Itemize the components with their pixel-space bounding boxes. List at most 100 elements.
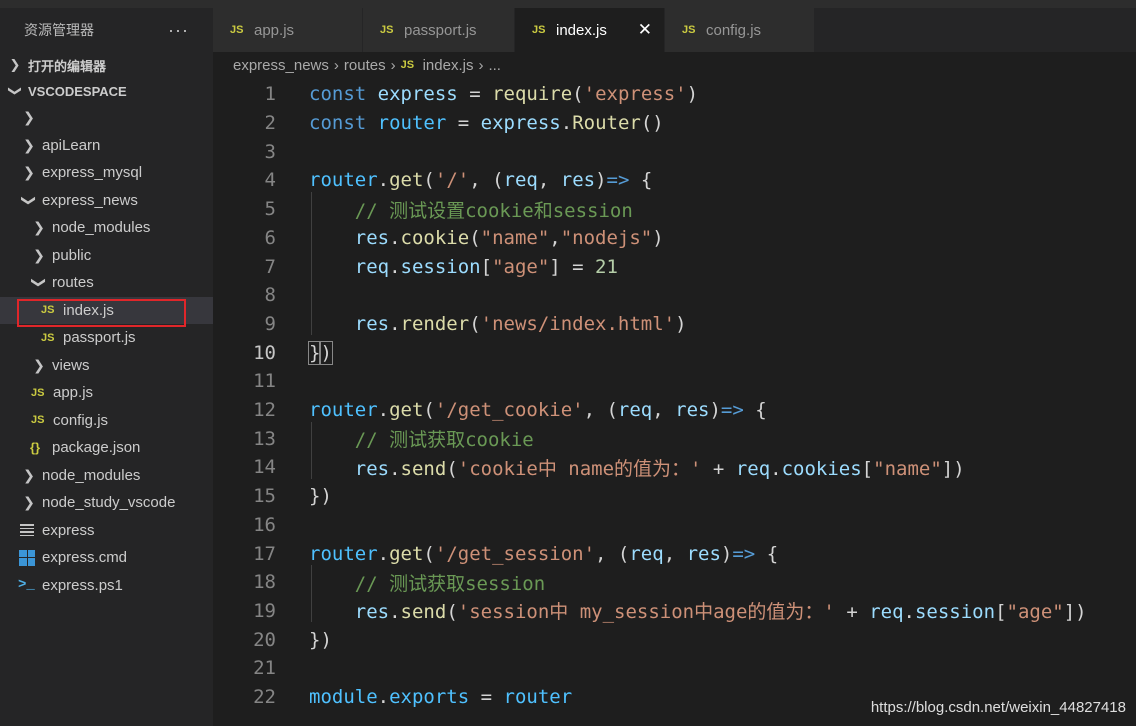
- tree-label: express.cmd: [42, 549, 128, 567]
- windows-icon: [19, 549, 35, 566]
- chevron-down-icon: ❯: [21, 194, 38, 207]
- tree-folder-node-modules-root[interactable]: ❯ node_modules: [0, 462, 213, 490]
- line-number: 14: [253, 456, 276, 479]
- tree-label: apiLearn: [42, 136, 101, 154]
- code-line: 17 router.get('/get_session', (req, res)=…: [213, 539, 1136, 568]
- breadcrumb-item[interactable]: routes: [344, 57, 386, 74]
- tree-folder-express-news[interactable]: ❯ express_news: [0, 187, 213, 215]
- line-number: 5: [264, 198, 276, 221]
- tab-label: app.js: [254, 21, 295, 39]
- chevron-down-icon: ❯: [31, 276, 48, 289]
- chevron-right-icon: ❯: [23, 136, 35, 153]
- line-number: 19: [253, 599, 276, 622]
- close-icon[interactable]: ✕: [638, 20, 652, 40]
- tree-label: node_modules: [42, 466, 141, 484]
- breadcrumb-item[interactable]: index.js: [423, 57, 474, 74]
- code-line-active: 10}): [213, 338, 1136, 367]
- js-file-icon: JS: [31, 386, 45, 399]
- tree-folder-routes[interactable]: ❯ routes: [0, 269, 213, 297]
- chevron-right-icon: ❯: [23, 494, 35, 511]
- tree-file-app-js[interactable]: JS app.js: [0, 379, 213, 407]
- tree-label: express: [42, 521, 95, 539]
- code-line: 5 // 测试设置cookie和session: [213, 195, 1136, 224]
- tree-label: node_modules: [52, 219, 151, 237]
- tree-file-index-js[interactable]: JS index.js: [0, 296, 213, 327]
- tab-app-js[interactable]: JS app.js: [213, 8, 363, 52]
- chevron-right-icon: ›: [478, 56, 484, 74]
- code-text: module.exports = router: [309, 686, 573, 709]
- chevron-down-icon: ❯: [8, 85, 23, 97]
- tree-label: routes: [52, 274, 94, 292]
- tree-file-config-js[interactable]: JS config.js: [0, 407, 213, 435]
- tree-folder-node-modules[interactable]: ❯ node_modules: [0, 214, 213, 242]
- line-number: 15: [253, 485, 276, 508]
- tree-file-passport-js[interactable]: JS passport.js: [0, 324, 213, 352]
- chevron-right-icon: ❯: [23, 164, 35, 181]
- line-number: 8: [264, 284, 276, 307]
- code-line: 2 const router = express.Router(): [213, 109, 1136, 138]
- tree-folder-views[interactable]: ❯ views: [0, 352, 213, 380]
- code-line: 9 res.render('news/index.html'): [213, 310, 1136, 339]
- line-number: 13: [253, 427, 276, 450]
- breadcrumb-item[interactable]: express_news: [233, 57, 329, 74]
- js-file-icon: JS: [41, 304, 55, 317]
- js-file-icon: JS: [532, 24, 546, 36]
- code-line: 13 // 测试获取cookie: [213, 424, 1136, 453]
- text-file-icon: [20, 524, 34, 537]
- code-line: 3: [213, 137, 1136, 166]
- breadcrumb: express_news › routes › JS index.js › ..…: [233, 52, 501, 78]
- line-number: 3: [264, 140, 276, 163]
- code-text: // 测试获取session: [354, 572, 546, 595]
- tab-label: index.js: [556, 21, 607, 39]
- tab-index-js[interactable]: JS index.js ✕: [515, 8, 665, 52]
- tab-label: config.js: [706, 21, 762, 39]
- chevron-right-icon: ›: [333, 56, 339, 74]
- code-line: 6 res.cookie("name","nodejs"): [213, 224, 1136, 253]
- title-strip: [0, 0, 1136, 8]
- line-number: 7: [264, 255, 276, 278]
- code-text: // 测试获取cookie: [354, 429, 534, 452]
- code-line: 4 router.get('/', (req, res)=> {: [213, 166, 1136, 195]
- tree-label: express_mysql: [42, 164, 143, 182]
- tree-file-express[interactable]: express: [0, 517, 213, 545]
- line-number: 11: [253, 370, 276, 393]
- tree-label: app.js: [53, 384, 94, 402]
- tree-folder-node-study-vscode[interactable]: ❯ node_study_vscode: [0, 489, 213, 517]
- js-file-icon: JS: [400, 59, 415, 71]
- tree-label: config.js: [53, 411, 109, 429]
- line-number: 10: [253, 341, 276, 364]
- line-number: 18: [253, 571, 276, 594]
- workspace-section[interactable]: ❯ VSCODESPACE: [0, 78, 213, 104]
- tab-passport-js[interactable]: JS passport.js: [363, 8, 515, 52]
- code-line: 15}): [213, 482, 1136, 511]
- open-editors-section[interactable]: ❯ 打开的编辑器: [0, 52, 213, 78]
- tree-folder-apilearn[interactable]: ❯ apiLearn: [0, 132, 213, 160]
- tree-label: package.json: [52, 439, 141, 457]
- line-number: 2: [264, 112, 276, 135]
- tree-file-package-json[interactable]: {} package.json: [0, 434, 213, 462]
- code-editor[interactable]: 1 const express = require('express') 2 con…: [213, 80, 1136, 726]
- tab-config-js[interactable]: JS config.js: [665, 8, 815, 52]
- tree-file-express-cmd[interactable]: express.cmd: [0, 544, 213, 572]
- tree-folder-express-mysql[interactable]: ❯ express_mysql: [0, 159, 213, 187]
- line-number: 12: [253, 399, 276, 422]
- chevron-right-icon: ❯: [9, 57, 21, 72]
- code-text: router.get('/get_cookie', (req, res)=> {: [309, 399, 767, 422]
- code-line: 20}): [213, 625, 1136, 654]
- json-file-icon: {}: [30, 440, 41, 456]
- breadcrumb-item[interactable]: ...: [488, 57, 501, 74]
- line-number: 22: [253, 686, 276, 709]
- tree-file-express-ps1[interactable]: >_ express.ps1: [0, 572, 213, 600]
- js-file-icon: JS: [380, 24, 394, 36]
- code-text: const express = require('express'): [309, 83, 699, 106]
- more-actions-icon[interactable]: ···: [168, 20, 189, 41]
- code-line: 14 res.send('cookie中 name的值为：' + req.coo…: [213, 453, 1136, 482]
- tree-label: express.ps1: [42, 576, 123, 594]
- tree-folder-public[interactable]: ❯ public: [0, 242, 213, 270]
- js-file-icon: JS: [682, 24, 696, 36]
- code-text: router.get('/', (req, res)=> {: [309, 169, 653, 192]
- code-text: }): [307, 340, 333, 365]
- tree-folder[interactable]: ❯: [0, 104, 213, 132]
- explorer-sidebar: 资源管理器 ··· ❯ 打开的编辑器 ❯ VSCODESPACE ❯ ❯ api…: [0, 8, 213, 726]
- code-text: }): [309, 628, 332, 651]
